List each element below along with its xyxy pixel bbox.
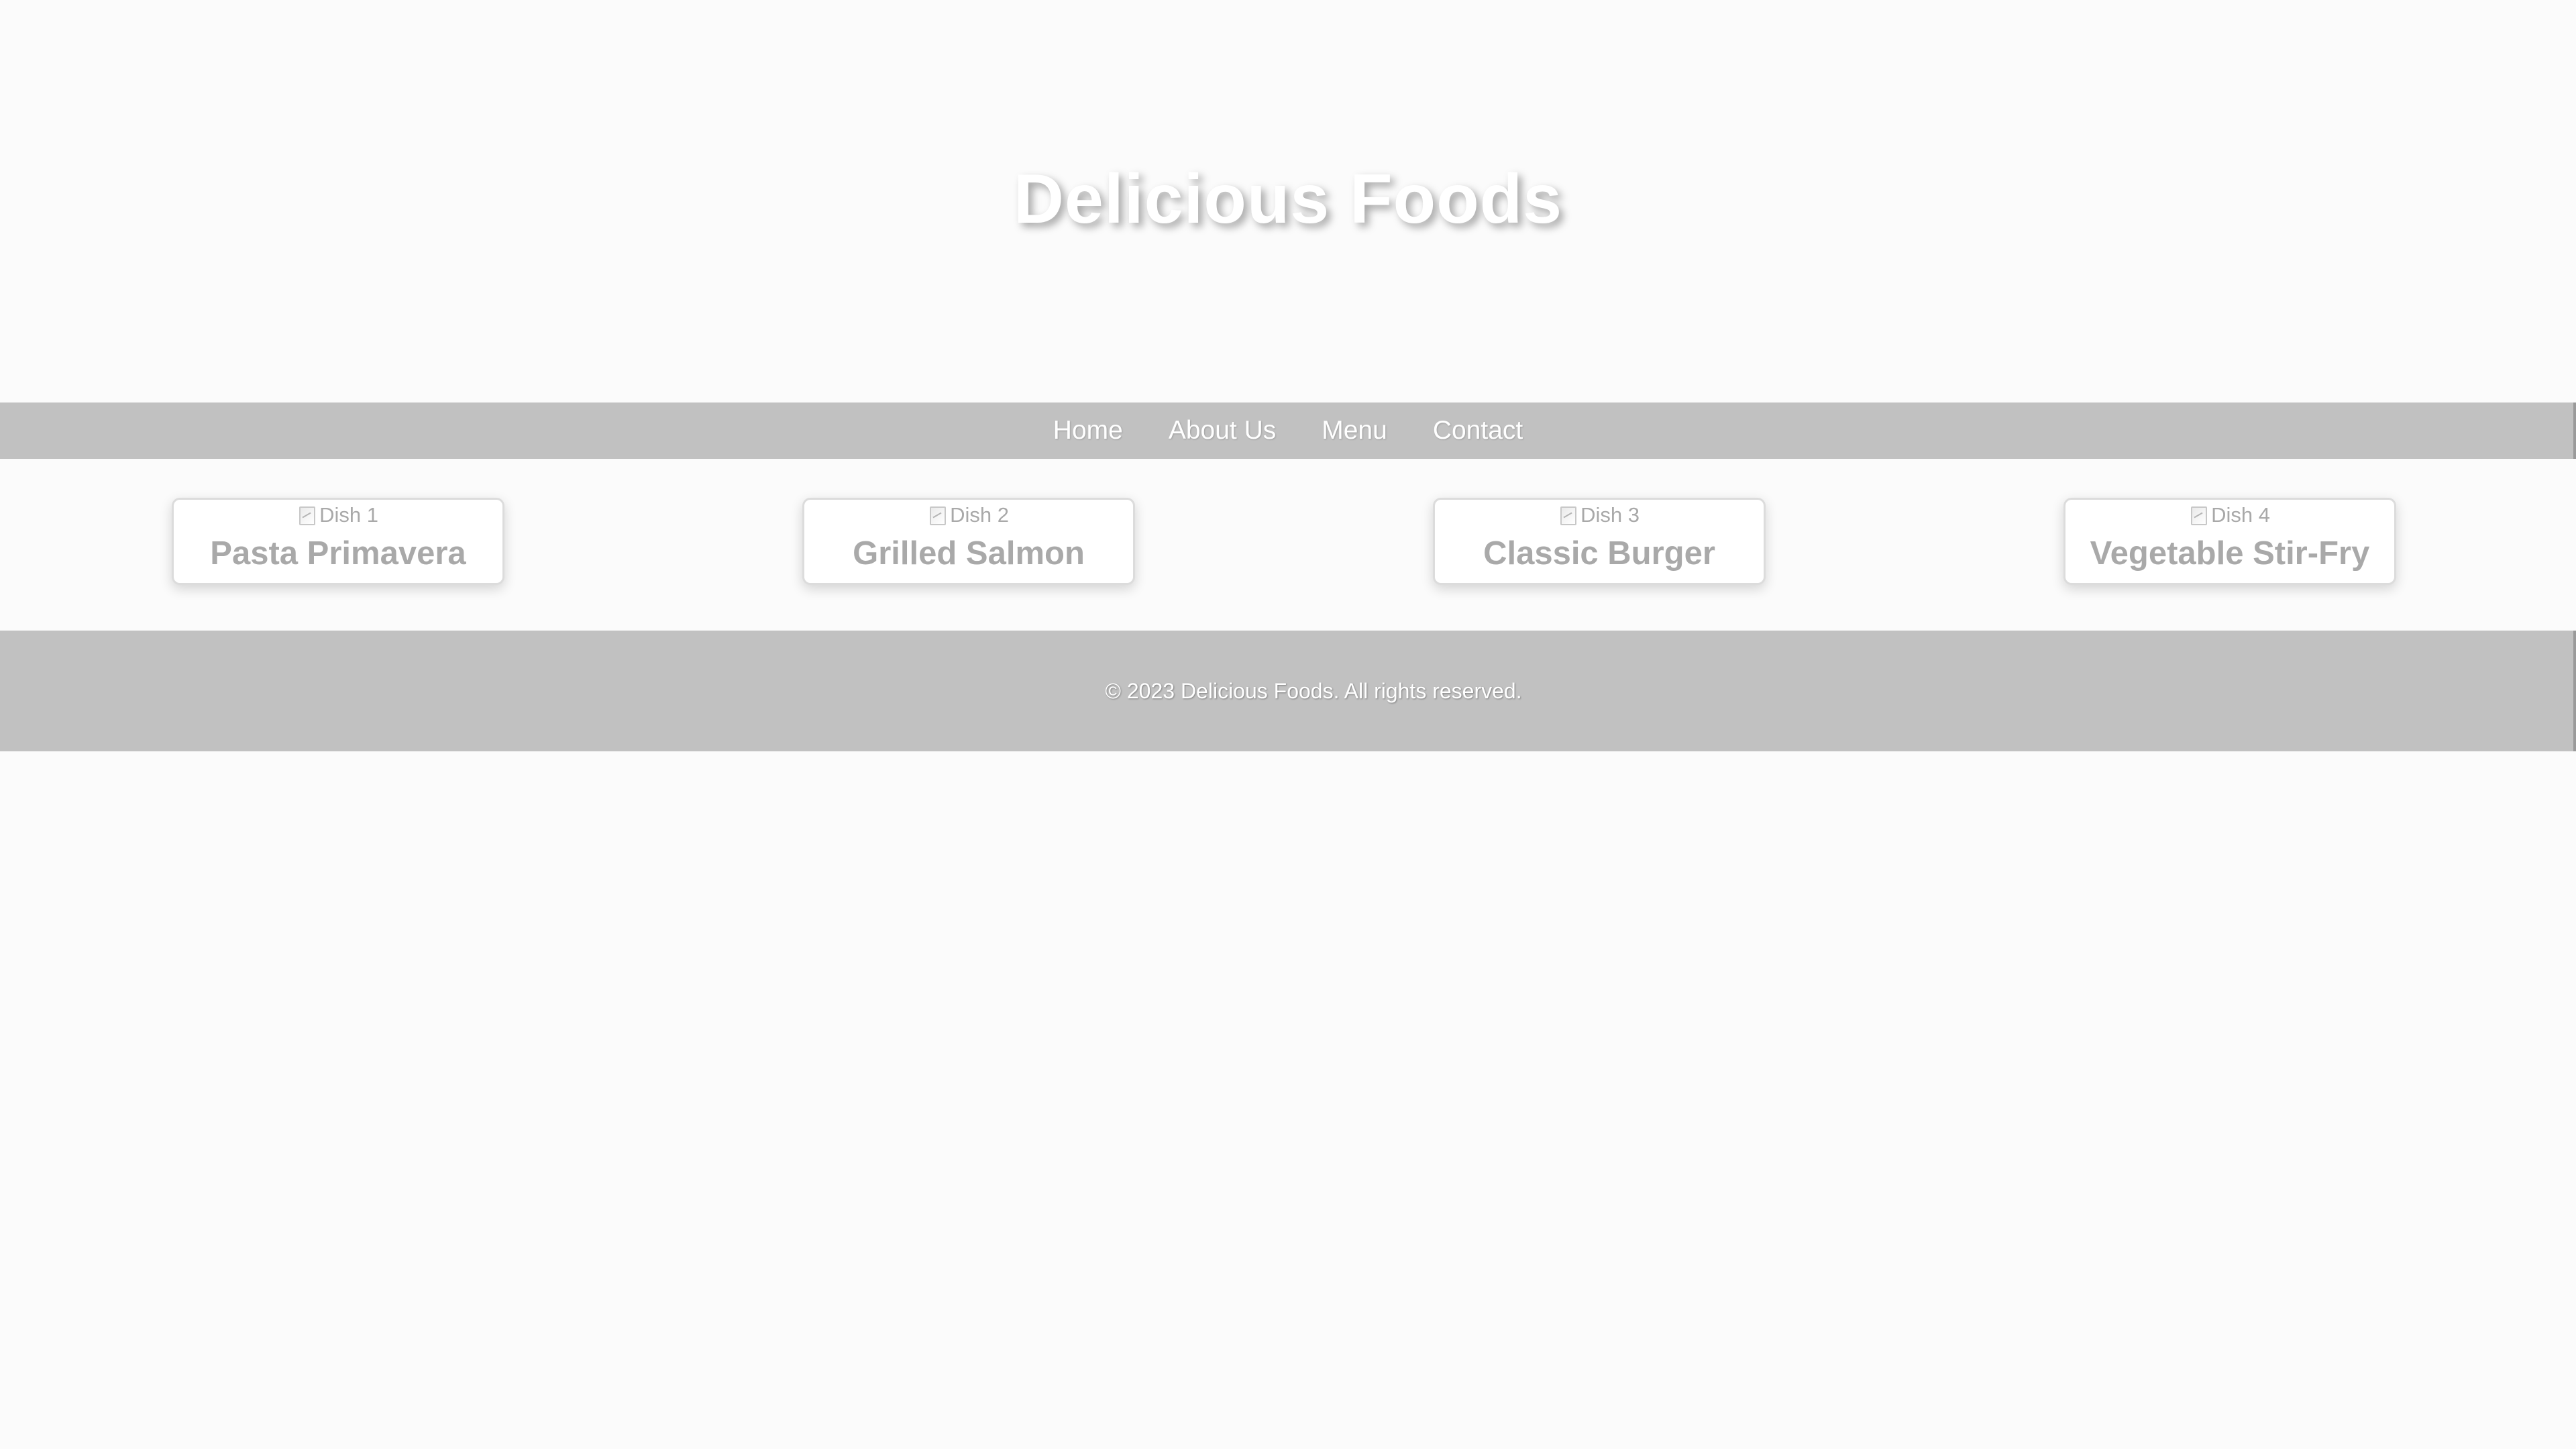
nav-link-contact[interactable]: Contact bbox=[1433, 402, 1523, 459]
dish-image-alt: Dish 2 bbox=[950, 503, 1009, 527]
nav-link-menu[interactable]: Menu bbox=[1322, 402, 1387, 459]
nav-link-home[interactable]: Home bbox=[1053, 402, 1123, 459]
dish-image: Dish 4 bbox=[2065, 501, 2394, 529]
broken-image-icon bbox=[298, 505, 316, 525]
dish-image: Dish 2 bbox=[804, 501, 1133, 529]
nav-link-about-us[interactable]: About Us bbox=[1169, 402, 1276, 459]
main-nav: Home About Us Menu Contact bbox=[0, 402, 2576, 459]
dish-name: Vegetable Stir-Fry bbox=[2090, 535, 2370, 572]
broken-image-icon bbox=[928, 505, 947, 525]
dish-card[interactable]: Dish 4 Vegetable Stir-Fry bbox=[2063, 498, 2396, 585]
copyright-text: © 2023 Delicious Foods. All rights reser… bbox=[1105, 678, 1522, 703]
dish-image-alt: Dish 4 bbox=[2211, 503, 2270, 527]
hero-header: Delicious Foods bbox=[0, 0, 2576, 402]
site-title: Delicious Foods bbox=[1013, 160, 1563, 238]
broken-image-icon bbox=[1559, 505, 1577, 525]
dish-name: Grilled Salmon bbox=[853, 535, 1085, 572]
page: Delicious Foods Home About Us Menu Conta… bbox=[0, 0, 2576, 1449]
dish-image-alt: Dish 3 bbox=[1580, 503, 1640, 527]
dish-card[interactable]: Dish 2 Grilled Salmon bbox=[802, 498, 1135, 585]
dish-card[interactable]: Dish 1 Pasta Primavera bbox=[172, 498, 504, 585]
dish-name: Classic Burger bbox=[1483, 535, 1715, 572]
site-footer: © 2023 Delicious Foods. All rights reser… bbox=[0, 631, 2576, 751]
broken-image-icon bbox=[2190, 505, 2208, 525]
dish-gallery: Dish 1 Pasta Primavera Dish 2 Grilled Sa… bbox=[0, 459, 2576, 631]
dish-image: Dish 1 bbox=[174, 501, 502, 529]
dish-image-alt: Dish 1 bbox=[319, 503, 378, 527]
dish-name: Pasta Primavera bbox=[210, 535, 466, 572]
dish-image: Dish 3 bbox=[1435, 501, 1764, 529]
dish-card[interactable]: Dish 3 Classic Burger bbox=[1433, 498, 1766, 585]
